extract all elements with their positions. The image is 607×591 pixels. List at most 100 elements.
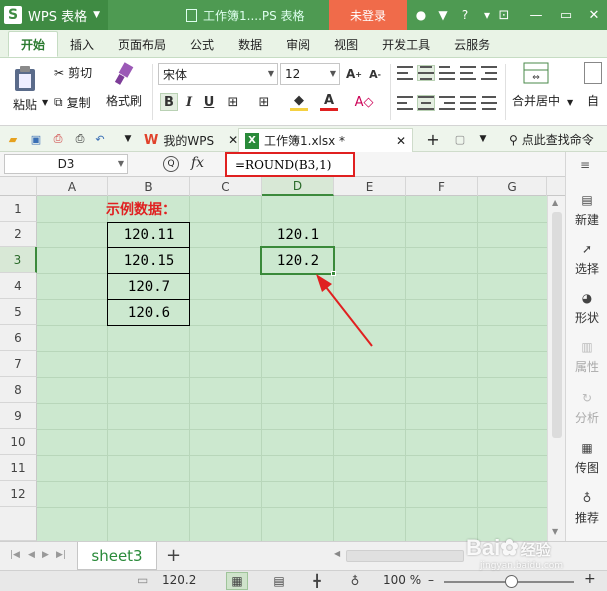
spreadsheet-grid[interactable]: A B C D E F G 1 2 3 4 5 6 7 8 9 10 11 12… [0,177,565,541]
tab-workbook[interactable]: X 工作簿1.xlsx * ✕ [238,128,413,152]
close-icon[interactable]: ✕ [228,133,238,147]
tab-my-wps[interactable]: W 我的WPS ✕ [138,128,244,152]
font-color-icon[interactable]: A [320,93,338,111]
save-icon[interactable]: ▣ [28,131,44,147]
scroll-up-icon[interactable]: ▲ [552,198,558,207]
select-all-corner[interactable] [0,177,37,196]
sheet-tab-sheet3[interactable]: sheet3 [77,542,157,570]
page-break-view-button[interactable]: ╋ [306,572,328,590]
tab-page-layout[interactable]: 页面布局 [106,31,178,57]
row-header[interactable]: 12 [0,481,37,507]
zoom-out-button[interactable]: – [428,573,434,587]
font-grow-icon[interactable]: A + [345,65,363,83]
tab-view[interactable]: 视图 [322,31,370,57]
format-painter-button[interactable]: 格式刷 [106,62,142,109]
column-header-selected[interactable]: D [262,177,334,196]
row-header[interactable]: 7 [0,351,37,377]
align-middle-icon[interactable] [417,65,435,81]
menu-icon[interactable]: ≡ [580,158,590,172]
scroll-left-icon[interactable]: ◀ [334,549,340,558]
cell-b5[interactable]: 120.6 [108,300,190,325]
first-sheet-icon[interactable]: |◀ [10,550,20,560]
tab-developer[interactable]: 开发工具 [370,31,442,57]
normal-view-button[interactable]: ▦ [226,572,248,590]
add-sheet-icon[interactable]: + [166,545,181,566]
cut-button[interactable]: ✂ 剪切 [54,64,92,81]
column-header[interactable]: C [190,177,262,196]
reading-mode-button[interactable]: ♁ [344,572,366,590]
side-new-button[interactable]: ▤ 新建 [566,192,607,228]
bold-button[interactable]: B [160,93,178,111]
cell-b4[interactable]: 120.7 [108,274,190,299]
chevron-down-icon[interactable]: ▼ [475,131,491,147]
orientation-icon[interactable] [460,66,476,80]
scroll-down-icon[interactable]: ▼ [552,527,558,536]
cell-d3[interactable]: 120.2 [262,248,334,273]
command-search[interactable]: ⚲ 点此查找命令 [509,131,594,148]
side-properties-button[interactable]: ▥ 属性 [566,339,607,375]
cell-b1[interactable]: 示例数据： [106,199,176,219]
distribute-icon[interactable] [481,96,497,110]
align-bottom-icon[interactable] [439,66,455,80]
row-header[interactable]: 11 [0,455,37,481]
formula-input[interactable]: =ROUND(B3,1) [225,152,355,177]
row-header[interactable]: 2 [0,222,37,247]
tab-cloud[interactable]: 云服务 [442,31,502,57]
zoom-slider-thumb[interactable] [505,575,518,588]
side-shape-button[interactable]: ◕ 形状 [566,290,607,326]
column-header[interactable]: B [108,177,190,196]
restore-toolbar-icon[interactable]: ⊡ [488,0,520,30]
clear-format-icon[interactable]: A◇ [355,93,374,111]
borders-icon[interactable]: ⊞ [224,93,242,111]
page-layout-view-button[interactable]: ▤ [268,572,290,590]
justify-icon[interactable] [460,96,476,110]
tab-formulas[interactable]: 公式 [178,31,226,57]
new-tab-icon[interactable]: + [425,130,441,149]
align-center-icon[interactable] [417,95,435,111]
side-analysis-button[interactable]: ↻ 分析 [566,390,607,426]
row-header[interactable]: 10 [0,429,37,455]
merge-center-button[interactable]: ⇔ 合并居中 [512,62,560,109]
indent-icon[interactable] [481,66,497,80]
tab-menu-icon[interactable]: ▢ [452,131,468,147]
chevron-down-icon[interactable]: ▼ [567,98,573,107]
align-top-icon[interactable] [397,66,413,80]
column-header[interactable]: F [406,177,478,196]
side-upload-image-button[interactable]: ▦ 传图 [566,440,607,476]
scrollbar-thumb[interactable] [552,212,562,438]
zoom-search-icon[interactable]: Q [163,156,179,172]
cell-b3[interactable]: 120.15 [108,248,190,273]
column-header[interactable]: G [478,177,547,196]
close-icon[interactable]: ✕ [396,134,406,148]
tab-home[interactable]: 开始 [8,31,59,57]
column-header[interactable]: A [37,177,108,196]
last-sheet-icon[interactable]: ▶| [56,550,66,560]
insert-function-button[interactable]: fx [191,155,204,171]
paste-button[interactable]: 粘贴 ▼ [12,64,48,113]
print-preview-icon[interactable]: ⎙ [50,131,66,147]
zoom-level[interactable]: 100 % [383,573,421,587]
row-header[interactable]: 8 [0,377,37,403]
font-name-select[interactable]: 宋体 ▼ [158,63,278,85]
row-header-selected[interactable]: 3 [0,247,37,273]
side-recommend-button[interactable]: ♁ 推荐 [566,490,607,526]
zoom-in-button[interactable]: + [584,571,596,587]
app-menu-button[interactable]: S WPS 表格 ▼ [0,0,108,30]
skin-icon[interactable]: ● [412,6,430,24]
undo-icon[interactable]: ↶ [92,131,108,147]
folder-icon[interactable]: ▰ [5,131,21,147]
tab-data[interactable]: 数据 [226,31,274,57]
copy-button[interactable]: ⧉ 复制 [54,94,91,111]
minimize-button[interactable]: — [520,0,552,30]
quick-access-more-icon[interactable]: ▼ [120,131,136,147]
row-header[interactable]: 6 [0,325,37,351]
cell-b2[interactable]: 120.11 [108,222,190,247]
prev-sheet-icon[interactable]: ◀ [28,550,35,560]
row-header[interactable]: 5 [0,299,37,325]
side-select-button[interactable]: ➚ 选择 [566,241,607,277]
close-button[interactable]: ✕ [578,0,607,30]
tab-insert[interactable]: 插入 [58,31,106,57]
font-shrink-icon[interactable]: A- [366,65,384,83]
italic-button[interactable]: I [180,93,198,111]
row-header[interactable]: 1 [0,196,37,222]
